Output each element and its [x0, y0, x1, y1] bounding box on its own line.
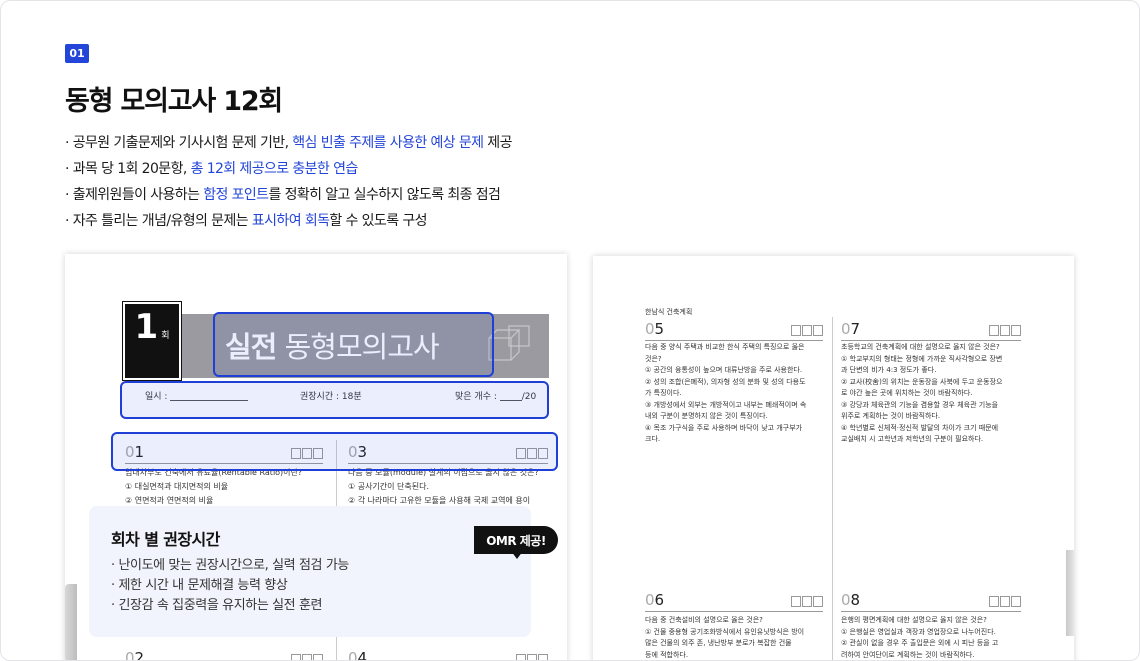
- card-bullet: · 난이도에 맞는 권장시간으로, 실력 점검 가능: [111, 558, 349, 573]
- omr-badge-tail: [511, 551, 523, 559]
- recommended-time-card: 회차 별 권장시간 · 난이도에 맞는 권장시간으로, 실력 점검 가능 · 제…: [89, 506, 531, 637]
- title-highlight-box: [213, 312, 494, 377]
- question-header-6: 06: [645, 588, 823, 612]
- right-page-edge: [1066, 550, 1074, 636]
- question-header-4: 04: [348, 646, 548, 660]
- page-running-header: 한남식 건축계획: [645, 308, 693, 316]
- info-highlight-box: [120, 381, 549, 419]
- feature-bullet: · 출제위원들이 사용하는 함정 포인트를 정확히 알고 실수하지 않도록 최종…: [65, 187, 501, 203]
- question-text: 임대차부도 건축에서 유료율(Rentable Ratio)이란? ① 대실면적…: [125, 468, 303, 505]
- card-bullet: · 제한 시간 내 문제해결 능력 향상: [111, 578, 288, 593]
- feature-bullet: · 자주 틀리는 개념/유형의 문제는 표시하여 회독할 수 있도록 구성: [65, 213, 428, 229]
- feature-bullet-list: · 공무원 기출문제와 기사시험 문제 기반, 핵심 빈출 주제를 사용한 예상…: [65, 130, 512, 234]
- feature-bullet: · 과목 당 1회 20문항, 총 12회 제공으로 충분한 연습: [65, 161, 358, 177]
- round-number-box: 1회: [122, 301, 182, 381]
- section-title: 동형 모의고사 12회: [65, 86, 283, 117]
- content-frame: 01 동형 모의고사 12회 · 공무원 기출문제와 기사시험 문제 기반, 핵…: [0, 0, 1140, 661]
- column-divider: [832, 317, 833, 660]
- omr-badge: OMR 제공!: [474, 526, 558, 554]
- feature-bullet: · 공무원 기출문제와 기사시험 문제 기반, 핵심 빈출 주제를 사용한 예상…: [65, 135, 512, 151]
- card-bullet-list: · 난이도에 맞는 권장시간으로, 실력 점검 가능 · 제한 시간 내 문제해…: [111, 556, 349, 616]
- card-bullet: · 긴장감 속 집중력을 유지하는 실전 훈련: [111, 598, 323, 613]
- question-text: 은행의 평면계획에 대한 설명으로 옳지 않은 것은? ① 은행실은 영업실과 …: [841, 616, 999, 659]
- card-title: 회차 별 권장시간: [111, 530, 220, 549]
- question-text: 다음 중 양식 주택과 비교한 한식 주택의 특징으로 옳은 것은? ① 공간의…: [645, 343, 807, 443]
- question-header-highlight-box: [111, 432, 558, 471]
- section-number-badge: 01: [65, 44, 89, 63]
- question-text: 초등학교의 건축계획에 대한 설명으로 옳지 않은 것은? ① 학교부지의 형태…: [841, 343, 1003, 443]
- left-page-edge: [65, 584, 77, 660]
- book-page-preview-right: 한남식 건축계획 05 07 다음 중 양식 주택과 비교한 한식 주택의 특징…: [593, 256, 1074, 660]
- question-header-8: 08: [841, 588, 1021, 612]
- question-header-5: 05: [645, 317, 823, 341]
- question-text: 다음 중 모듈(module) 설계의 이점으로 옳지 않은 것은? ① 공사기…: [348, 468, 539, 505]
- question-text: 다음 중 건축설비의 설명으로 옳은 것은? ① 건물 중용형 공기조화방식에서…: [645, 616, 805, 659]
- question-header-2: 02: [125, 646, 323, 660]
- question-header-7: 07: [841, 317, 1021, 341]
